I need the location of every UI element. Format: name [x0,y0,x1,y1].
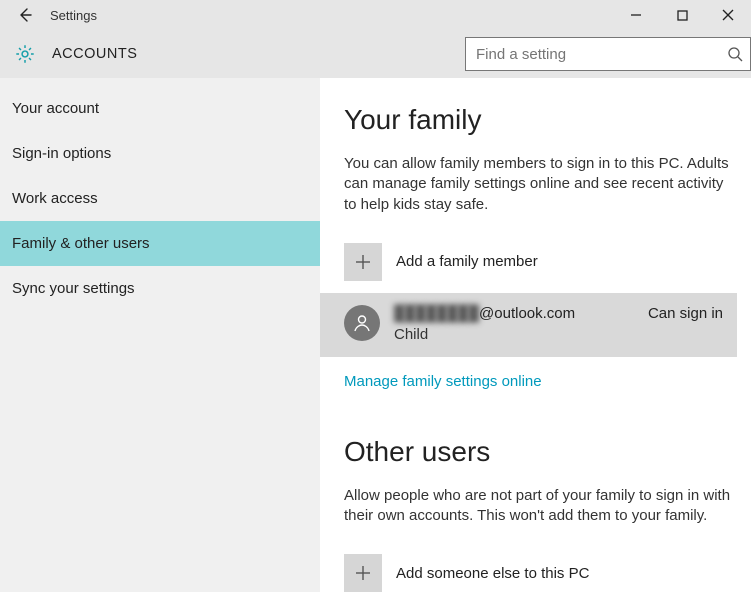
plus-icon [354,253,372,271]
person-icon [352,313,372,333]
family-member-role: Child [394,326,634,343]
family-member-row[interactable]: ████████@outlook.com Child Can sign in [320,293,737,357]
sidebar-item-label: Your account [12,100,99,117]
header-row: ACCOUNTS [0,30,751,78]
family-member-info: ████████@outlook.com Child [394,305,634,343]
search-box[interactable] [465,37,751,71]
family-member-email-suffix: @outlook.com [479,305,575,322]
other-users-heading: Other users [344,436,737,468]
minimize-icon [630,9,642,21]
sidebar-item-family-other-users[interactable]: Family & other users [0,221,320,266]
sidebar-item-label: Sync your settings [12,280,135,297]
manage-family-settings-link[interactable]: Manage family settings online [344,373,542,390]
maximize-icon [677,10,688,21]
search-icon [727,46,743,62]
avatar [344,305,380,341]
family-description: You can allow family members to sign in … [344,154,737,215]
gear-icon [14,43,36,65]
maximize-button[interactable] [659,0,705,30]
add-family-member-label: Add a family member [396,253,538,270]
family-heading: Your family [344,104,737,136]
sidebar-item-sign-in-options[interactable]: Sign-in options [0,131,320,176]
family-member-status: Can sign in [648,305,723,322]
sidebar-item-label: Sign-in options [12,145,111,162]
minimize-button[interactable] [613,0,659,30]
back-icon [17,7,33,23]
plus-box [344,554,382,592]
search-input[interactable] [466,42,720,67]
search-icon-wrap[interactable] [720,46,750,62]
content-pane: Your family You can allow family members… [320,78,751,592]
sidebar-item-your-account[interactable]: Your account [0,86,320,131]
close-button[interactable] [705,0,751,30]
add-family-member-button[interactable]: Add a family member [344,243,737,281]
title-bar: Settings [0,0,751,30]
section-title: ACCOUNTS [40,46,137,62]
family-member-email-obscured: ████████ [394,305,479,322]
back-button[interactable] [10,0,40,30]
sidebar: Your account Sign-in options Work access… [0,78,320,592]
plus-icon [354,564,372,582]
add-other-user-label: Add someone else to this PC [396,565,589,582]
add-other-user-button[interactable]: Add someone else to this PC [344,554,737,592]
settings-gear [10,39,40,69]
sidebar-item-label: Work access [12,190,98,207]
window-title: Settings [40,8,97,23]
sidebar-item-sync-your-settings[interactable]: Sync your settings [0,266,320,311]
other-users-description: Allow people who are not part of your fa… [344,486,737,527]
family-member-email: ████████@outlook.com [394,305,634,322]
plus-box [344,243,382,281]
sidebar-item-work-access[interactable]: Work access [0,176,320,221]
sidebar-item-label: Family & other users [12,235,150,252]
close-icon [722,9,734,21]
